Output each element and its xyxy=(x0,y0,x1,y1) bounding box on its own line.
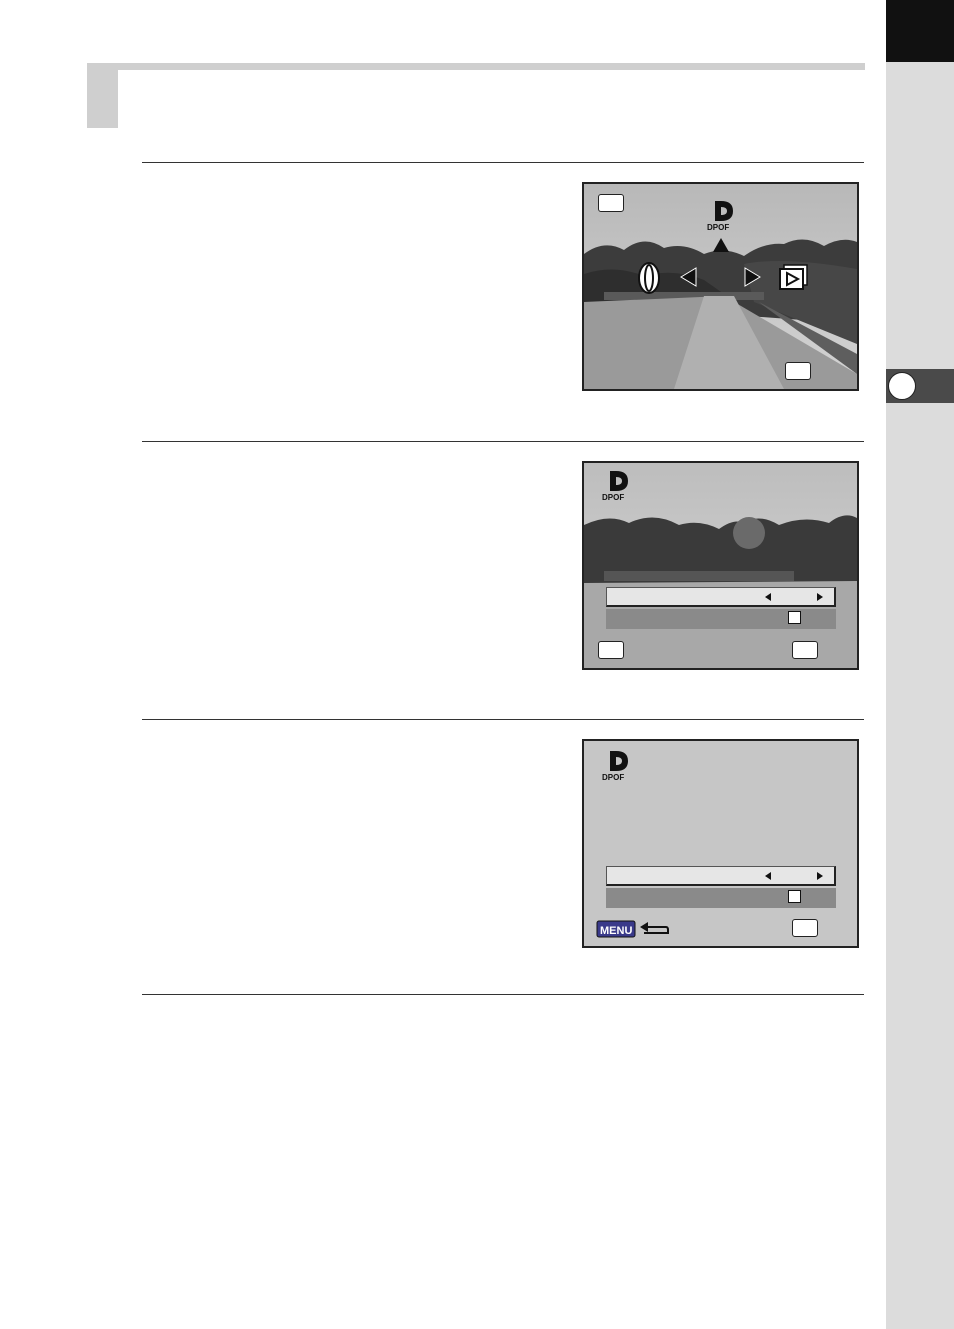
side-index-black-tab xyxy=(886,0,954,62)
camera-screen-1: DPOF xyxy=(582,182,859,391)
right-arrow-icon xyxy=(817,872,823,880)
ok-button-icon xyxy=(792,919,818,937)
dpof-icon: DPOF xyxy=(705,199,739,233)
heading-marker xyxy=(87,63,118,128)
menu-back-icon: MENU xyxy=(596,920,669,938)
ok-button-icon xyxy=(785,362,811,380)
date-checkbox[interactable] xyxy=(788,890,801,903)
camera-screen-2: DPOF xyxy=(582,461,859,670)
copies-row[interactable] xyxy=(606,587,836,607)
menu-label: MENU xyxy=(600,925,632,937)
right-arrow-icon xyxy=(744,267,761,287)
side-index-band xyxy=(886,0,954,1329)
dpof-label: DPOF xyxy=(602,493,624,502)
playback-icon xyxy=(779,264,808,290)
chapter-circle-icon xyxy=(888,372,916,400)
step-rule-4 xyxy=(142,994,864,995)
dial-icon xyxy=(638,262,660,294)
dpof-icon: DPOF xyxy=(600,749,634,783)
camera-screen-3: DPOF MENU xyxy=(582,739,859,948)
copies-row[interactable] xyxy=(606,866,836,886)
left-arrow-icon xyxy=(765,593,771,601)
right-arrow-icon xyxy=(817,593,823,601)
date-row[interactable] xyxy=(606,609,836,629)
step-rule-3 xyxy=(142,719,864,720)
left-arrow-icon xyxy=(680,267,697,287)
left-arrow-icon xyxy=(765,872,771,880)
date-row[interactable] xyxy=(606,888,836,908)
ok-button-icon xyxy=(598,641,624,659)
date-checkbox[interactable] xyxy=(788,611,801,624)
ok-button-icon xyxy=(598,194,624,212)
step-rule-1 xyxy=(142,162,864,163)
step-rule-2 xyxy=(142,441,864,442)
ok-button-icon xyxy=(792,641,818,659)
dpof-label: DPOF xyxy=(707,223,729,232)
heading-bar xyxy=(87,63,865,70)
dpof-label: DPOF xyxy=(602,773,624,782)
dpof-icon: DPOF xyxy=(600,469,634,503)
up-arrow-icon xyxy=(713,238,729,252)
